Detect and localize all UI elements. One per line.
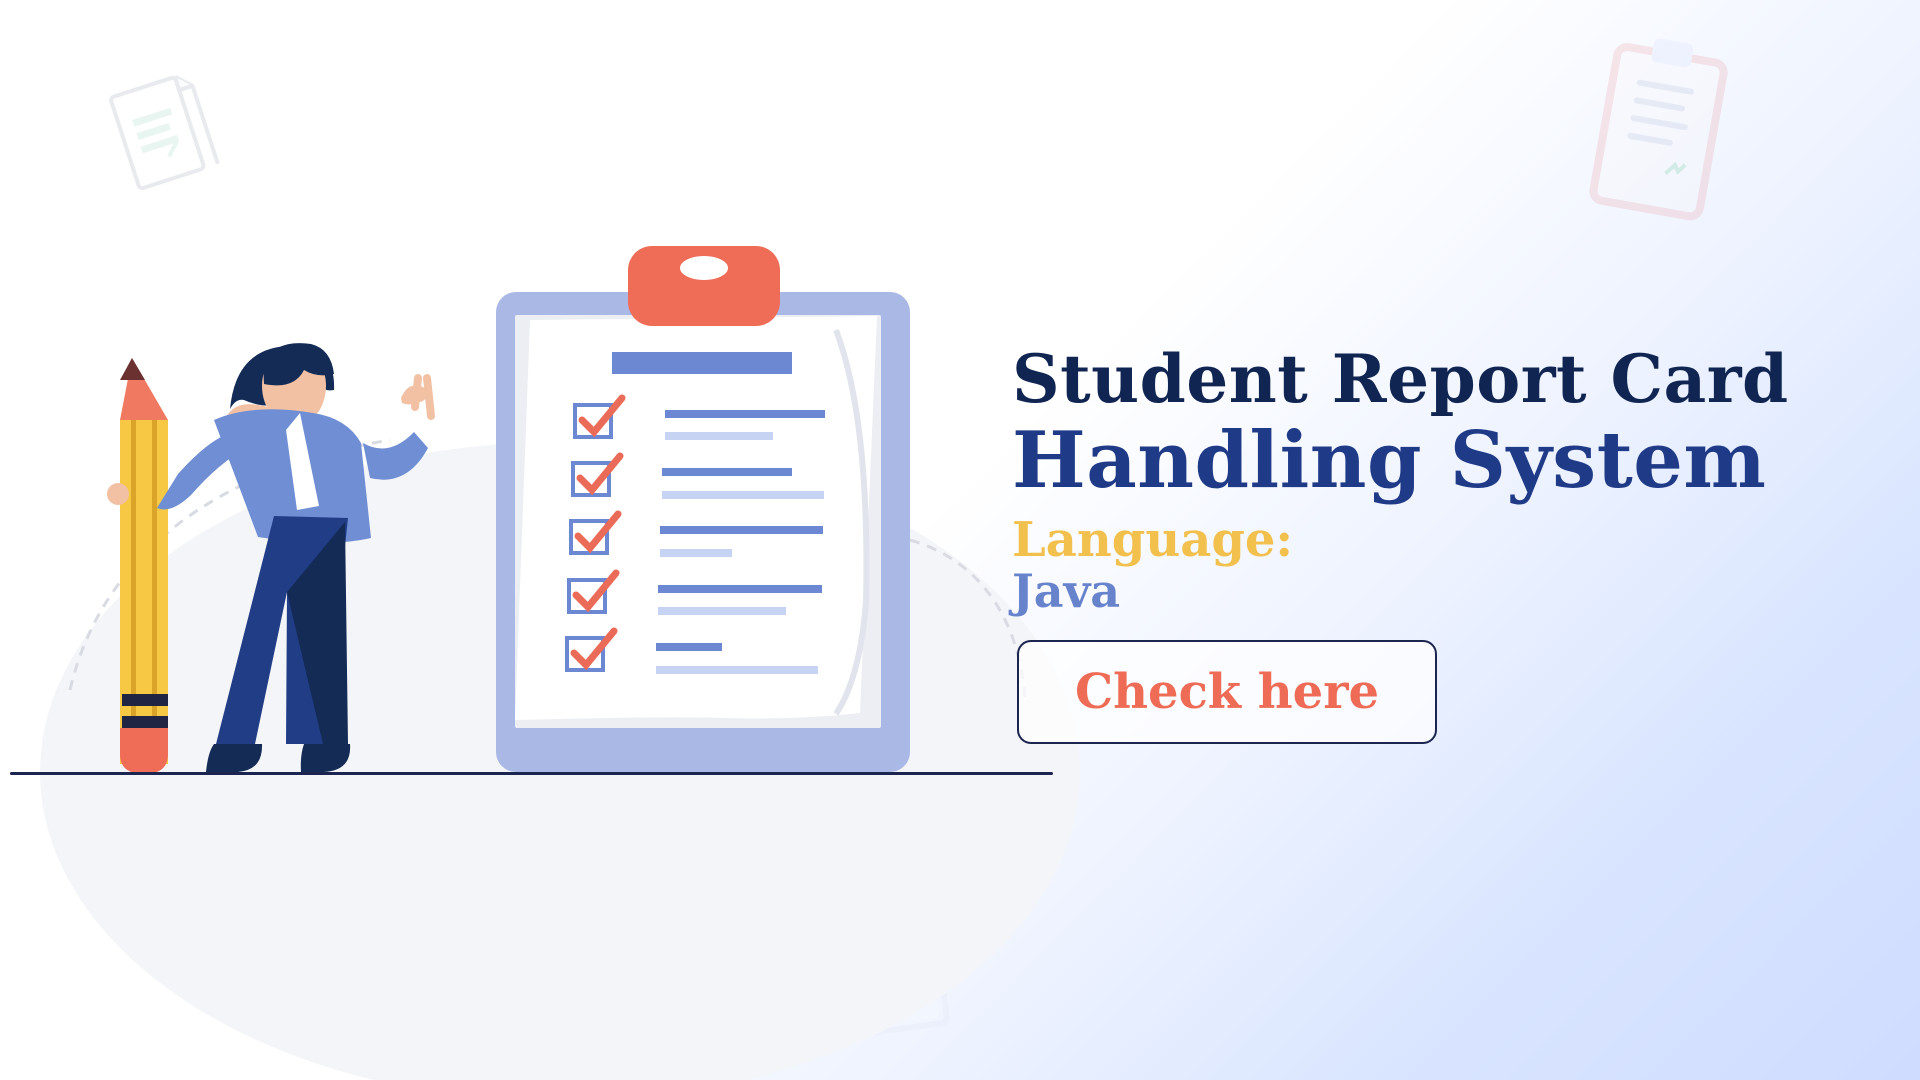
clipboard-checklist-icon [496,246,910,772]
language-value: Java [1012,564,1121,618]
hero-copy: Student Report Card Handling System Lang… [1012,346,1872,614]
check-here-button[interactable]: Check here [1017,640,1437,744]
pencil-icon [120,358,168,774]
hero-canvas: A+ [0,0,1920,1080]
language-label: Language: [1012,512,1294,568]
page-title-line-1: Student Report Card [1012,340,1789,418]
ground-line [10,772,1053,775]
page-title-line-2: Handling System [1012,415,1767,506]
